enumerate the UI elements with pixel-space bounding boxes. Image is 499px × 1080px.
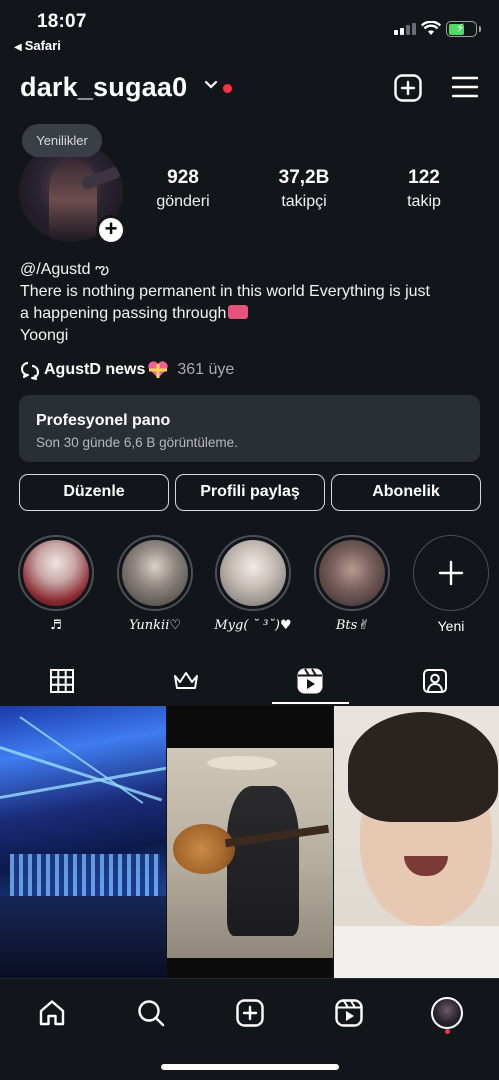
- stat-followers[interactable]: 37,2B takipçi: [259, 167, 349, 211]
- nav-create[interactable]: [230, 993, 270, 1033]
- stat-following-value: 122: [408, 167, 440, 188]
- gift-heart-icon: [148, 361, 168, 378]
- bio-line-1: There is nothing permanent in this world…: [20, 283, 430, 300]
- bio-line-3: Yoongi: [20, 327, 69, 344]
- nav-home[interactable]: [32, 993, 72, 1033]
- highlight-item[interactable]: Myg( ˘ ³˘)♥: [214, 535, 292, 633]
- highlight-caption: ♬: [50, 618, 62, 633]
- hamburger-menu-icon[interactable]: [452, 76, 478, 98]
- create-post-icon[interactable]: [394, 74, 422, 102]
- chevron-down-icon[interactable]: [204, 80, 218, 90]
- profile-notification-dot: [445, 1029, 450, 1034]
- tab-reels[interactable]: [248, 658, 372, 704]
- channel-icon: [21, 362, 39, 380]
- reel-thumbnail[interactable]: [334, 706, 499, 978]
- stat-followers-value: 37,2B: [278, 167, 330, 188]
- note-bubble[interactable]: Yenilikler: [22, 124, 102, 157]
- channel-members: 361 üye: [177, 361, 235, 378]
- dashboard-subtitle: Son 30 günde 6,6 B görüntüleme.: [36, 435, 238, 450]
- profile-bio: @/Agustd ఌ There is nothing permanent in…: [20, 259, 480, 347]
- create-icon: [236, 999, 264, 1027]
- plus-icon: [438, 560, 464, 586]
- bio-line-2: a happening passing through: [20, 305, 227, 322]
- active-tab-indicator: [272, 702, 349, 704]
- stat-following-label: takip: [407, 193, 441, 210]
- home-indicator[interactable]: [161, 1064, 339, 1070]
- channel-name: AgustD news: [44, 361, 146, 378]
- new-highlight-button[interactable]: Yeni: [412, 535, 490, 634]
- professional-dashboard[interactable]: Profesyonel pano Son 30 günde 6,6 B görü…: [19, 395, 480, 462]
- tab-subscriptions[interactable]: [124, 658, 248, 704]
- back-app-label: Safari: [24, 38, 61, 53]
- status-time: 18:07: [37, 11, 87, 32]
- new-highlight-label: Yeni: [437, 618, 465, 634]
- notification-dot: [223, 84, 232, 93]
- tab-posts-grid[interactable]: [0, 658, 124, 704]
- home-icon: [39, 1000, 65, 1026]
- stat-posts[interactable]: 928 gönderi: [138, 167, 228, 211]
- back-to-app-link[interactable]: ◀ Safari: [14, 38, 61, 53]
- grid-icon: [50, 669, 74, 693]
- profile-header: dark_sugaa0: [20, 70, 482, 110]
- highlight-caption: Myg( ˘ ³˘)♥: [214, 618, 292, 633]
- dashboard-title: Profesyonel pano: [36, 412, 171, 429]
- nav-reels[interactable]: [329, 993, 369, 1033]
- profile-avatar[interactable]: +: [19, 142, 126, 245]
- highlight-caption: Yunkii♡: [128, 618, 182, 633]
- battery-icon: ⚡: [446, 21, 481, 37]
- status-bar: 18:07 ◀ Safari ⚡: [0, 0, 499, 58]
- search-icon: [138, 1000, 165, 1027]
- add-story-plus-icon[interactable]: +: [96, 215, 126, 245]
- highlight-item[interactable]: Bts✌︎: [313, 535, 391, 633]
- cellular-signal-icon: [394, 23, 416, 35]
- reel-thumbnail[interactable]: [0, 706, 166, 978]
- nav-profile[interactable]: [427, 993, 467, 1033]
- bio-handle[interactable]: @/Agustd ఌ: [20, 259, 480, 281]
- highlight-item[interactable]: Yunkii♡: [116, 535, 194, 633]
- edit-profile-button[interactable]: Düzenle: [19, 474, 169, 511]
- broadcast-channel-link[interactable]: AgustD news 361 üye: [20, 359, 234, 381]
- highlight-cover: [220, 540, 286, 606]
- username-switcher[interactable]: dark_sugaa0: [20, 72, 187, 103]
- stat-posts-label: gönderi: [156, 193, 210, 210]
- tagged-user-icon: [423, 669, 447, 693]
- crown-icon: [174, 672, 198, 689]
- reels-icon: [297, 668, 323, 694]
- ticket-emoji-icon: [228, 305, 249, 319]
- stat-following[interactable]: 122 takip: [379, 167, 469, 211]
- wifi-icon: [421, 21, 441, 35]
- highlight-cover: [319, 540, 385, 606]
- stat-followers-label: takipçi: [281, 193, 327, 210]
- nav-search[interactable]: [131, 993, 171, 1033]
- tab-tagged[interactable]: [373, 658, 497, 704]
- highlight-cover: [122, 540, 188, 606]
- reels-icon: [335, 999, 363, 1027]
- highlight-item[interactable]: ♬: [17, 535, 95, 633]
- stat-posts-value: 928: [167, 167, 199, 188]
- subscription-button[interactable]: Abonelik: [331, 474, 481, 511]
- reel-thumbnail[interactable]: [167, 706, 333, 978]
- share-profile-button[interactable]: Profili paylaş: [175, 474, 325, 511]
- highlight-caption: Bts✌︎: [335, 618, 369, 633]
- highlight-cover: [23, 540, 89, 606]
- profile-avatar-icon: [431, 997, 463, 1029]
